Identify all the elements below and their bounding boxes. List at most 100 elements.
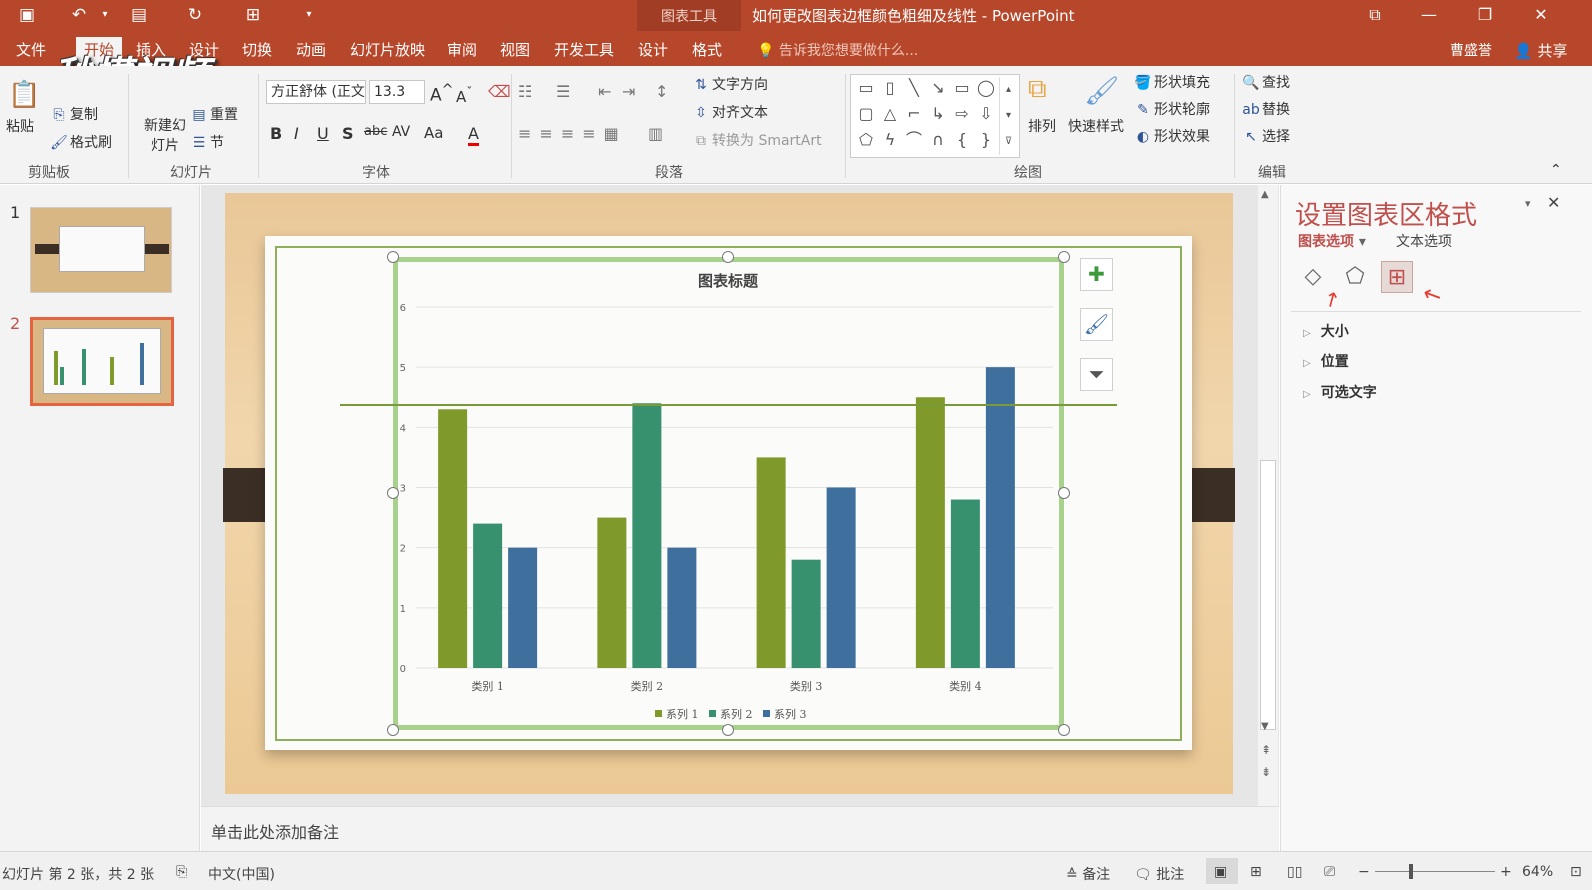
column-chart[interactable]: 图表标题 0 1 2 3 4 5 6 类别 1 类别 2 类别 3 类别 4 系列 1 系列 2 系列 3 (398, 262, 1059, 725)
tab-chart-design[interactable]: 设计 (638, 39, 668, 60)
arrange-button[interactable]: 排列 (1028, 116, 1056, 136)
change-case-icon[interactable]: Aa (424, 124, 443, 142)
next-slide-icon[interactable]: ⇟ (1261, 765, 1271, 779)
size-section[interactable]: ▷ 大小 (1303, 321, 1349, 341)
tab-chart-format[interactable]: 格式 (692, 39, 722, 60)
notes-toggle[interactable]: ≙ 备注 (1066, 864, 1110, 884)
left-brace-shape-icon[interactable]: { (951, 129, 973, 151)
bullets-icon[interactable]: ☷ (518, 82, 532, 101)
format-painter-button[interactable]: 🖌 格式刷 (50, 132, 112, 152)
save-icon[interactable]: ▣ (14, 4, 40, 26)
numbering-icon[interactable]: ☰ (556, 82, 570, 101)
rectangle-shape-icon[interactable]: ▭ (951, 77, 973, 99)
arc-shape-icon[interactable]: ⌒ (903, 129, 925, 151)
spelling-check-icon[interactable]: ⎘ (176, 864, 187, 880)
font-color-icon[interactable]: A (468, 124, 479, 146)
alignment-icons[interactable]: ≡≡≡≡▦ (518, 124, 627, 143)
effects-pentagon-icon[interactable]: ⬠ (1339, 261, 1371, 293)
undo-icon[interactable]: ↶ (66, 4, 92, 26)
chart-elements-plus-icon[interactable]: ✚ (1080, 258, 1113, 291)
zoom-slider-thumb[interactable] (1409, 864, 1413, 879)
replace-button[interactable]: ab 替换 (1242, 99, 1290, 119)
rounded-rect-shape-icon[interactable]: ▢ (855, 103, 877, 125)
right-arrow-shape-icon[interactable]: ⇨ (951, 103, 973, 125)
bold-icon[interactable]: B (270, 124, 282, 143)
vertical-scrollbar[interactable]: ▲ ▼ ⇞ ⇟ (1258, 185, 1278, 806)
tab-file[interactable]: 文件 (16, 39, 46, 60)
customize-quick-access-icon[interactable]: ▾ (296, 4, 322, 26)
triangle-shape-icon[interactable]: △ (879, 103, 901, 125)
tell-me-box[interactable]: 💡 告诉我您想要做什么... (757, 40, 918, 60)
tab-transitions[interactable]: 切换 (242, 39, 272, 60)
fit-to-window-icon[interactable]: ⊡ (1570, 864, 1582, 880)
align-text-button[interactable]: ⇳ 对齐文本 (692, 102, 768, 122)
select-button[interactable]: ↖ 选择 (1242, 126, 1290, 146)
notes-pane[interactable]: 单击此处添加备注 (201, 806, 1279, 851)
shrink-font-icon[interactable]: Aˇ (456, 84, 473, 106)
new-slide-button[interactable]: 新建幻灯片 (142, 116, 188, 156)
resize-handle[interactable] (1058, 487, 1070, 499)
gallery-scroll-icon[interactable]: ▴ ▾ ⊽ (999, 77, 1017, 155)
position-section[interactable]: ▷ 位置 (1303, 351, 1349, 371)
ribbon-display-options-icon[interactable]: ⧉ (1360, 3, 1390, 27)
grow-font-icon[interactable]: A^ (430, 82, 454, 106)
shape-fill-button[interactable]: 🪣 形状填充 (1134, 72, 1210, 92)
curve-shape-icon[interactable]: ∩ (927, 129, 949, 151)
indent-increase-icon[interactable]: ⇥ (622, 82, 635, 101)
zoom-in-icon[interactable]: + (1500, 864, 1512, 880)
slide-sorter-icon[interactable]: ⊞ (1250, 864, 1262, 880)
zoom-level[interactable]: 64% (1522, 864, 1553, 880)
arrow-line-shape-icon[interactable]: ↘ (927, 77, 949, 99)
lightning-shape-icon[interactable]: ϟ (879, 129, 901, 151)
tab-animations[interactable]: 动画 (296, 39, 326, 60)
indent-decrease-icon[interactable]: ⇤ (598, 82, 611, 101)
resize-handle[interactable] (387, 487, 399, 499)
alt-text-section[interactable]: ▷ 可选文字 (1303, 382, 1377, 402)
scroll-up-icon[interactable]: ▲ (1261, 189, 1269, 200)
text-direction-button[interactable]: ⇅ 文字方向 (692, 74, 768, 94)
shape-effects-button[interactable]: ◐ 形状效果 (1134, 126, 1210, 146)
paste-button[interactable]: 粘贴 (6, 116, 34, 136)
smartart-button[interactable]: ⧉ 转换为 SmartArt (692, 130, 822, 150)
section-button[interactable]: ☰ 节 (190, 132, 224, 152)
pane-options-icon[interactable]: ▾ (1525, 197, 1531, 210)
slide-thumbnail-1[interactable] (30, 207, 172, 293)
scroll-thumb[interactable] (1260, 460, 1276, 730)
resize-handle[interactable] (387, 724, 399, 736)
previous-slide-icon[interactable]: ⇞ (1261, 743, 1271, 757)
resize-handle[interactable] (1058, 724, 1070, 736)
zoom-slider[interactable] (1375, 871, 1495, 872)
shadow-icon[interactable]: S (342, 124, 354, 143)
right-brace-shape-icon[interactable]: } (975, 129, 997, 151)
tab-developer[interactable]: 开发工具 (554, 39, 614, 60)
tab-slideshow[interactable]: 幻灯片放映 (350, 39, 425, 60)
textbox-shape-icon[interactable]: ▭ (855, 77, 877, 99)
resize-handle[interactable] (387, 251, 399, 263)
paste-icon[interactable]: 📋 (8, 80, 40, 110)
horizontal-line-shape[interactable] (340, 404, 1117, 406)
reading-view-icon[interactable]: ▯▯ (1287, 864, 1302, 880)
tab-text-options[interactable]: 文本选项 (1396, 231, 1452, 251)
slide-thumbnail-2[interactable] (30, 317, 174, 406)
char-spacing-icon[interactable]: AV (392, 124, 410, 140)
resize-handle[interactable] (722, 251, 734, 263)
scroll-down-icon[interactable]: ▼ (1261, 721, 1269, 732)
size-properties-icon[interactable]: ⊞ (1381, 261, 1413, 293)
restore-icon[interactable]: ❐ (1470, 3, 1500, 27)
oval-shape-icon[interactable]: ◯ (975, 77, 997, 99)
columns-icon[interactable]: ▥ (648, 124, 663, 143)
line-shape-icon[interactable]: ╲ (903, 77, 925, 99)
shape-gallery[interactable]: ▭ ▯ ╲ ↘ ▭ ◯ ▢ △ ⌐ ↳ ⇨ ⇩ ⬠ ϟ ⌒ ∩ { } ▴ ▾ ⊽ (850, 74, 1020, 158)
quick-styles-icon[interactable]: 🖌 (1084, 74, 1120, 107)
elbow-shape-icon[interactable]: ⌐ (903, 103, 925, 125)
zoom-out-icon[interactable]: − (1358, 864, 1370, 880)
line-spacing-icon[interactable]: ↕ (655, 82, 668, 101)
font-size-select[interactable]: 13.3 (369, 80, 425, 104)
user-name[interactable]: 曹盛誉 (1450, 40, 1492, 60)
share-button[interactable]: 👤 共享 (1514, 40, 1567, 61)
comments-toggle[interactable]: 🗨 批注 (1134, 864, 1184, 884)
close-icon[interactable]: ✕ (1526, 3, 1556, 27)
italic-icon[interactable]: I (294, 124, 299, 143)
start-from-beginning-icon[interactable]: ▤ (126, 4, 152, 26)
resize-handle[interactable] (722, 724, 734, 736)
